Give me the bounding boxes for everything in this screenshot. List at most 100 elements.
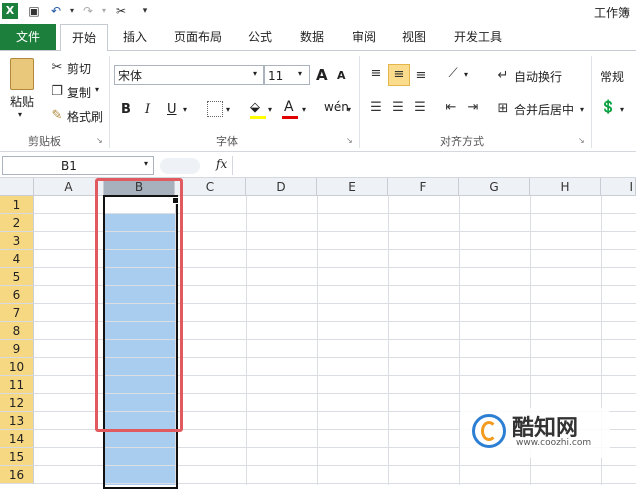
row-header[interactable]: 6 xyxy=(0,286,34,304)
row-header[interactable]: 4 xyxy=(0,250,34,268)
watermark-url: www.coozhi.com xyxy=(516,438,592,448)
orientation-icon[interactable]: ⟋ xyxy=(444,66,462,81)
fill-color-swatch xyxy=(250,116,266,119)
undo-icon[interactable]: ↶ xyxy=(48,3,64,19)
row-header[interactable]: 14 xyxy=(0,430,34,448)
format-painter-button[interactable]: 格式刷 xyxy=(67,108,103,125)
alignment-launcher-icon[interactable]: ↘ xyxy=(578,136,585,145)
tab-data[interactable]: 数据 xyxy=(300,24,324,50)
row-header[interactable]: 2 xyxy=(0,214,34,232)
redo-icon[interactable]: ↷ xyxy=(80,3,96,19)
row-header[interactable]: 12 xyxy=(0,394,34,412)
currency-dropdown-icon[interactable]: ▾ xyxy=(620,105,624,114)
shrink-font-icon[interactable]: A xyxy=(337,69,346,82)
font-color-icon[interactable]: A xyxy=(284,99,294,115)
tab-formulas[interactable]: 公式 xyxy=(248,24,272,50)
borders-icon[interactable] xyxy=(207,101,223,117)
wrap-text-button[interactable]: 自动换行 xyxy=(514,68,562,85)
formula-input[interactable] xyxy=(232,156,636,175)
orientation-dropdown-icon[interactable]: ▾ xyxy=(464,70,468,79)
undo-dropdown-icon[interactable]: ▾ xyxy=(64,3,80,19)
gridline-vertical xyxy=(317,196,318,485)
tab-home[interactable]: 开始 xyxy=(60,24,108,52)
quick-access-dropdown-icon[interactable]: ▾ xyxy=(137,3,153,19)
phonetic-dropdown-icon[interactable]: ▾ xyxy=(347,105,351,114)
group-separator xyxy=(359,56,360,148)
underline-dropdown-icon[interactable]: ▾ xyxy=(183,105,187,114)
font-name-combo[interactable]: 宋体 xyxy=(114,65,264,85)
tab-view[interactable]: 视图 xyxy=(402,24,426,50)
number-format-combo[interactable]: 常规 xyxy=(600,68,624,85)
font-launcher-icon[interactable]: ↘ xyxy=(346,136,353,145)
row-header[interactable]: 5 xyxy=(0,268,34,286)
decrease-indent-icon[interactable]: ⇤ xyxy=(442,100,460,115)
paste-button[interactable]: 粘贴 xyxy=(10,93,34,110)
tab-insert[interactable]: 插入 xyxy=(123,24,147,50)
row-header[interactable]: 13 xyxy=(0,412,34,430)
tab-review[interactable]: 审阅 xyxy=(352,24,376,50)
column-header[interactable]: G xyxy=(459,178,530,196)
underline-icon[interactable]: U xyxy=(167,102,177,117)
copy-dropdown-icon[interactable]: ▾ xyxy=(95,85,99,94)
borders-dropdown-icon[interactable]: ▾ xyxy=(226,105,230,114)
italic-icon[interactable]: I xyxy=(145,102,150,117)
font-size-dropdown-icon[interactable]: ▾ xyxy=(298,69,302,78)
merge-center-button[interactable]: 合并后居中 xyxy=(514,101,574,118)
column-header[interactable]: I xyxy=(601,178,636,196)
column-header[interactable]: E xyxy=(317,178,388,196)
name-box[interactable]: B1 xyxy=(2,156,154,175)
copy-button[interactable]: 复制 xyxy=(67,84,91,101)
save-icon[interactable]: ▣ xyxy=(26,3,42,19)
excel-logo-icon: X xyxy=(2,3,18,19)
currency-format-icon[interactable]: 💲 xyxy=(600,100,616,115)
column-header[interactable]: H xyxy=(530,178,601,196)
align-bottom-icon[interactable]: ≡ xyxy=(412,68,430,83)
column-header[interactable]: C xyxy=(175,178,246,196)
fill-color-dropdown-icon[interactable]: ▾ xyxy=(268,105,272,114)
column-header[interactable]: F xyxy=(388,178,459,196)
customize-tool-icon[interactable]: ✂ xyxy=(113,3,129,19)
font-name-dropdown-icon[interactable]: ▾ xyxy=(253,69,257,78)
align-left-icon[interactable]: ☰ xyxy=(367,100,385,115)
increase-indent-icon[interactable]: ⇥ xyxy=(464,100,482,115)
insert-function-icon[interactable]: fx xyxy=(216,157,227,171)
row-header[interactable]: 8 xyxy=(0,322,34,340)
formula-bar-divider xyxy=(160,158,200,174)
clipboard-group-label: 剪贴板 xyxy=(28,135,61,148)
row-header[interactable]: 1 xyxy=(0,196,34,214)
row-header[interactable]: 11 xyxy=(0,376,34,394)
bold-icon[interactable]: B xyxy=(121,102,131,117)
paste-dropdown-icon[interactable]: ▾ xyxy=(18,110,22,119)
row-header[interactable]: 7 xyxy=(0,304,34,322)
font-color-dropdown-icon[interactable]: ▾ xyxy=(302,105,306,114)
window-title: 工作簿 xyxy=(593,6,630,20)
tab-page-layout[interactable]: 页面布局 xyxy=(174,24,222,50)
name-box-dropdown-icon[interactable]: ▾ xyxy=(144,159,148,168)
gridline-vertical xyxy=(246,196,247,485)
align-center-icon[interactable]: ☰ xyxy=(389,100,407,115)
phonetic-icon[interactable]: wén xyxy=(324,100,349,114)
align-middle-icon[interactable]: ≡ xyxy=(388,64,410,86)
font-size-combo[interactable]: 11 xyxy=(264,65,310,85)
row-header[interactable]: 3 xyxy=(0,232,34,250)
clipboard-launcher-icon[interactable]: ↘ xyxy=(96,136,103,145)
redo-dropdown-icon[interactable]: ▾ xyxy=(96,3,112,19)
row-header[interactable]: 16 xyxy=(0,466,34,484)
row-header[interactable]: 9 xyxy=(0,340,34,358)
column-header[interactable]: A xyxy=(34,178,104,196)
tab-developer[interactable]: 开发工具 xyxy=(454,24,502,50)
align-top-icon[interactable]: ≡ xyxy=(367,66,385,81)
cut-button[interactable]: 剪切 xyxy=(67,60,91,77)
paste-icon[interactable] xyxy=(10,58,34,90)
row-header[interactable]: 10 xyxy=(0,358,34,376)
column-header[interactable]: D xyxy=(246,178,317,196)
watermark-logo-icon xyxy=(472,414,506,448)
row-header[interactable]: 15 xyxy=(0,448,34,466)
merge-dropdown-icon[interactable]: ▾ xyxy=(580,105,584,114)
grow-font-icon[interactable]: A xyxy=(316,66,328,84)
fill-color-icon[interactable]: ⬙ xyxy=(250,100,260,115)
select-all-corner[interactable] xyxy=(0,178,34,196)
align-right-icon[interactable]: ☰ xyxy=(411,100,429,115)
cut-icon: ✂ xyxy=(51,60,63,75)
tab-file[interactable]: 文件 xyxy=(0,24,56,50)
